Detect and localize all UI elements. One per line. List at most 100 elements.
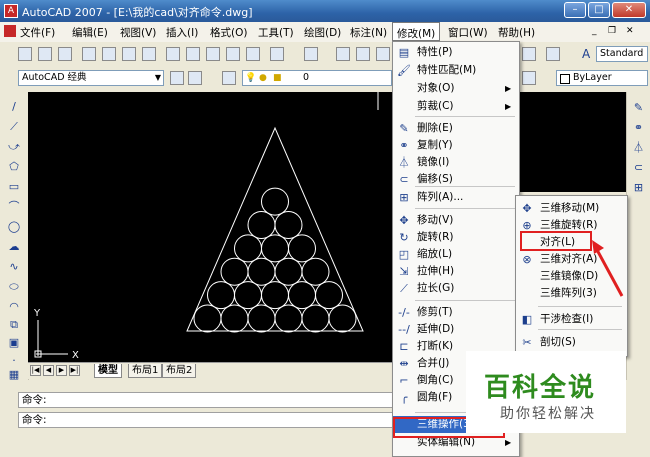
menu-format[interactable]: 格式(O) [210,25,247,40]
text-style-icon[interactable]: A [582,47,590,61]
ellipse-icon[interactable]: ⬭ [7,280,21,294]
menu-tools[interactable]: 工具(T) [258,25,294,40]
maximize-button[interactable]: □ [588,2,610,18]
menu-dimension[interactable]: 标注(N) [350,25,387,40]
op3d-menu-item[interactable]: ✥ 三维移动(M) [516,200,625,217]
cut-icon[interactable] [166,47,180,61]
pan-icon[interactable] [336,47,350,61]
tab-model[interactable]: 模型 [94,364,122,378]
modify-menu-item[interactable]: ⊞ 阵列(A)... [393,189,517,206]
polyline-icon[interactable]: ⤻ [7,140,21,154]
modify-menu-item[interactable]: ◰ 缩放(L) [393,246,517,263]
copy-clip-icon[interactable] [186,47,200,61]
match-brush-icon[interactable] [226,47,240,61]
copy-tool-icon[interactable]: ⚭ [631,120,646,135]
offset-tool-icon[interactable]: ⊂ [631,160,646,175]
first-tab-icon[interactable]: |◀ [30,365,41,376]
3d-dwf-icon[interactable] [142,47,156,61]
make-current-icon[interactable] [522,71,536,85]
minimize-button[interactable]: – [564,2,586,18]
help-icon[interactable] [546,47,560,61]
rectangle-icon[interactable]: ▭ [7,180,21,194]
publish-icon[interactable] [122,47,136,61]
next-tab-icon[interactable]: ▶ [56,365,67,376]
tab-layout1[interactable]: 布局1 [128,364,163,378]
circle-icon[interactable]: ◯ [7,220,21,234]
workspace-settings-icon[interactable] [170,71,184,85]
doc-minimize-icon[interactable]: _ [592,26,597,36]
spline-icon[interactable]: ∿ [7,260,21,274]
tab-layout2[interactable]: 布局2 [162,364,197,378]
command-input[interactable]: 命令: [18,412,438,428]
construction-line-icon[interactable]: ⟋ [7,120,21,134]
text-style-combo[interactable]: Standard [596,46,648,62]
modify-menu-item[interactable]: ⟋ 拉长(G) [393,280,517,297]
modify-menu-item[interactable]: 对象(O) ▶ [393,80,517,97]
toolpalettes-icon[interactable] [522,47,536,61]
prev-tab-icon[interactable]: ◀ [43,365,54,376]
menu-view[interactable]: 视图(V) [120,25,156,40]
menu-file[interactable]: 文件(F) [20,25,55,40]
mirror-tool-icon[interactable]: ⏃ [631,140,646,155]
modify-menu-item[interactable]: 🖌 特性匹配(M) [393,62,517,79]
array-icon: ⊞ [399,191,409,204]
modify-menu-item[interactable]: ⏃ 镜像(I) [393,154,517,171]
modify-menu-item[interactable]: ⇲ 拉伸(H) [393,263,517,280]
op3d-menu-item[interactable]: ◧ 干涉检查(I) [516,311,625,328]
modify-menu-item[interactable]: ⚭ 复制(Y) [393,137,517,154]
layer-combo[interactable]: 💡 ● ■ 0 [242,70,392,86]
layer-manager-icon[interactable] [222,71,236,85]
menu-modify[interactable]: 修改(M) [392,22,440,41]
print-icon[interactable] [82,47,96,61]
paste-icon[interactable] [206,47,220,61]
layout-tabs: |◀ ◀ ▶ ▶| 模型 布局1 布局2 [28,362,392,379]
redo-icon[interactable] [304,47,318,61]
color-combo[interactable]: ByLayer [556,70,648,86]
zoom-realtime-icon[interactable] [356,47,370,61]
op3d-menu-item-label: 三维移动(M) [540,202,600,214]
revision-cloud-icon[interactable]: ☁ [7,240,21,254]
modify-menu-item-label: 合并(J) [417,357,450,369]
modify-menu-item[interactable]: --/ 延伸(D) [393,321,517,338]
ellipse-arc-icon[interactable]: ◠ [7,300,21,314]
menu-edit[interactable]: 编辑(E) [72,25,108,40]
my-workspace-icon[interactable] [188,71,202,85]
doc-close-icon[interactable]: ✕ [626,26,634,36]
menu-window[interactable]: 窗口(W) [448,25,488,40]
preview-icon[interactable] [102,47,116,61]
op3d-menu-item[interactable]: ✂ 剖切(S) [516,334,625,351]
open-icon[interactable] [38,47,52,61]
workspace-combo[interactable]: AutoCAD 经典 ▼ [18,70,164,86]
autocad-app-icon[interactable]: A [4,4,18,18]
drawing-canvas-right[interactable] [518,92,626,192]
polygon-icon[interactable]: ⬠ [7,160,21,174]
block-editor-icon[interactable] [246,47,260,61]
menu-insert[interactable]: 插入(I) [166,25,198,40]
modify-menu-item[interactable]: -/- 修剪(T) [393,304,517,321]
point-icon[interactable]: · [7,354,21,368]
menu-draw[interactable]: 绘图(D) [304,25,341,40]
modify-menu-item[interactable]: ↻ 旋转(R) [393,229,517,246]
new-icon[interactable] [18,47,32,61]
drawing-canvas[interactable]: X Y [28,92,392,362]
doc-restore-icon[interactable]: ❐ [608,26,616,36]
layers-toolbar: AutoCAD 经典 ▼ 💡 ● ■ 0 ByLayer [0,66,650,93]
line-icon[interactable]: / [7,100,21,114]
erase-tool-icon[interactable]: ✎ [631,100,646,115]
undo-icon[interactable] [270,47,284,61]
document-icon[interactable] [4,25,16,37]
close-button[interactable]: ✕ [612,2,646,18]
insert-block-icon[interactable]: ⧉ [7,318,21,332]
menu-help[interactable]: 帮助(H) [498,25,535,40]
save-icon[interactable] [58,47,72,61]
arc-icon[interactable]: ⌒ [7,200,21,214]
workspace-value: AutoCAD 经典 [22,72,87,83]
modify-menu-item[interactable]: ▤ 特性(P) [393,44,517,61]
modify-menu-item[interactable]: ✎ 删除(E) [393,120,517,137]
modify-menu-item[interactable]: ✥ 移动(V) [393,212,517,229]
make-block-icon[interactable]: ▣ [7,336,21,350]
zoom-window-icon[interactable] [376,47,390,61]
last-tab-icon[interactable]: ▶| [69,365,80,376]
modify-menu-item[interactable]: 剪裁(C) ▶ [393,98,517,115]
array-tool-icon[interactable]: ⊞ [631,180,646,195]
